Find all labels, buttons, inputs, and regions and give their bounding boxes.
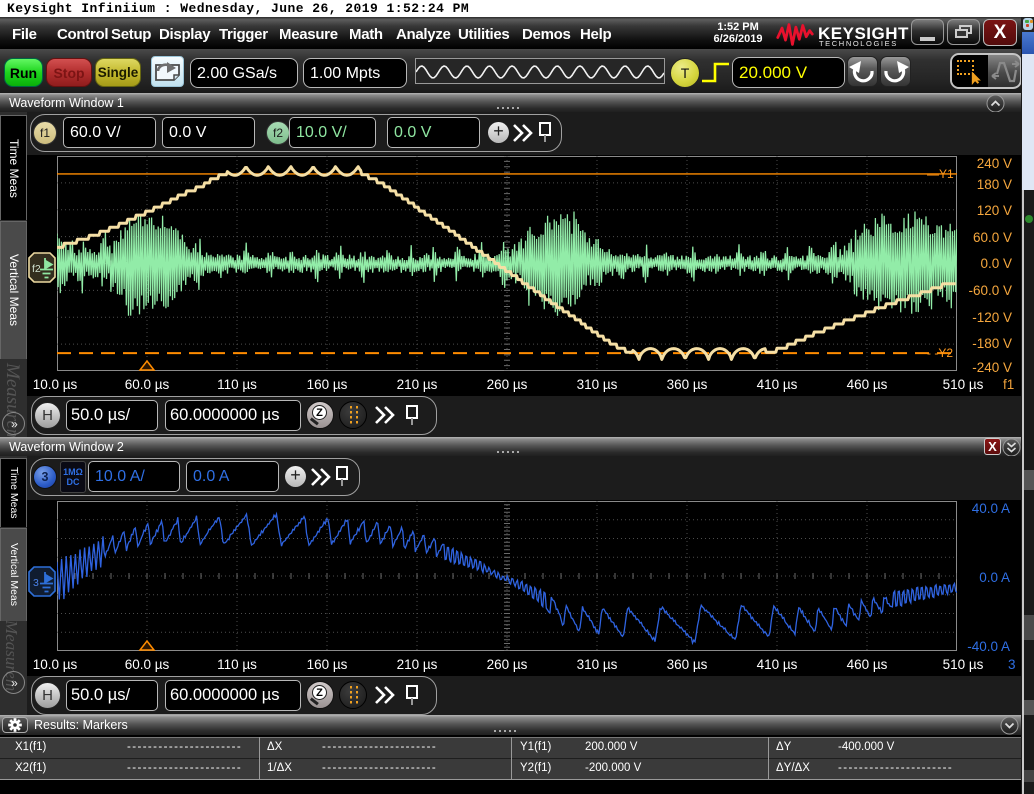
svg-text:- -Y2: - -Y2 [927, 346, 953, 360]
svg-text:—Y1: —Y1 [927, 167, 954, 181]
svg-text:f2: f2 [32, 263, 41, 275]
svg-text:3: 3 [33, 577, 39, 589]
